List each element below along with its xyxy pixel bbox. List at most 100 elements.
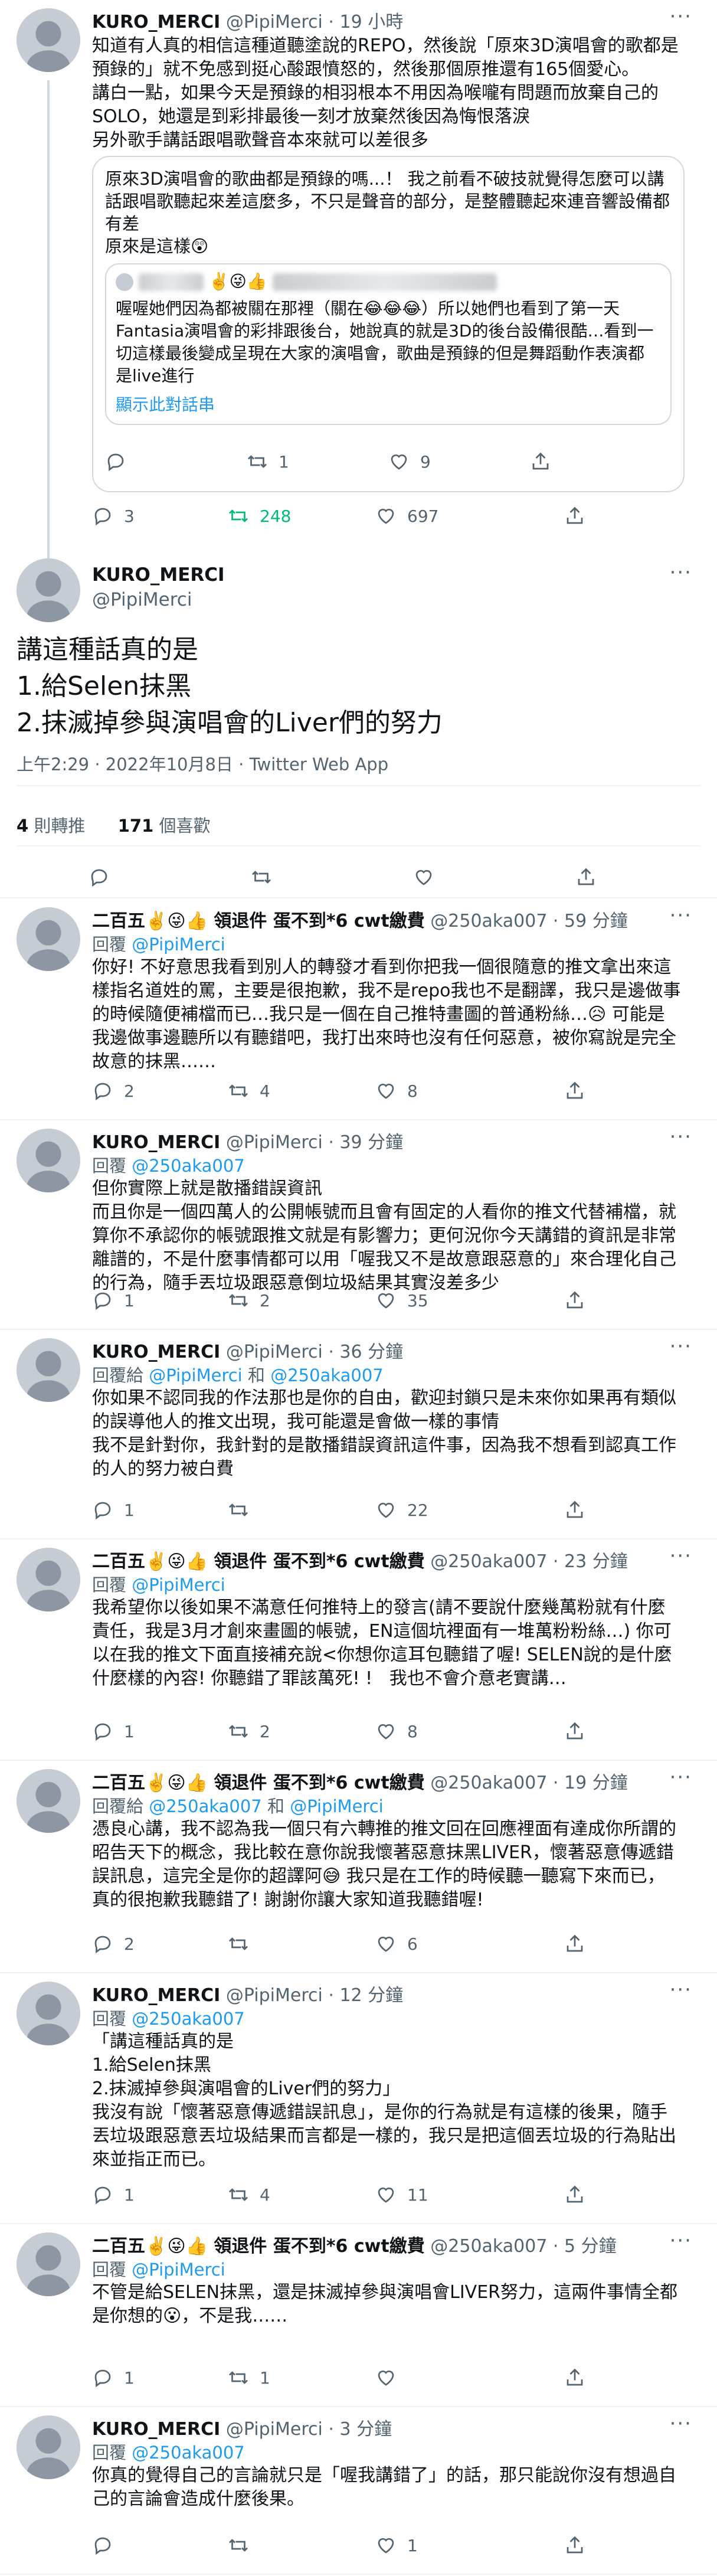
retweet-button[interactable]: 1 [228, 2367, 270, 2388]
mention-link[interactable]: @250aka007 [132, 2443, 245, 2463]
reply-tweet[interactable]: KURO_MERCI @PipiMerci · 39 分鐘 ··· 回覆 @25… [0, 1122, 717, 1331]
inner-quoted-tweet[interactable]: ✌️😜👍 喔喔她們因為都被關在那裡（關在😂😂😂）所以她們也看到了第一天Fanta… [105, 263, 672, 425]
like-button[interactable]: 9 [388, 451, 431, 472]
retweet-button[interactable] [228, 1499, 260, 1521]
avatar[interactable] [17, 1982, 80, 2045]
tweet-timestamp[interactable]: 上午2:29 · 2022年10月8日 · Twitter Web App [17, 751, 388, 776]
mention-link[interactable]: @250aka007 [132, 2009, 245, 2029]
like-button[interactable]: 35 [375, 1290, 428, 1311]
like-button[interactable]: 8 [375, 1721, 418, 1742]
mention-link[interactable]: @PipiMerci [132, 2260, 225, 2280]
like-button[interactable]: 8 [375, 1080, 418, 1101]
mention-link[interactable]: @250aka007 [149, 1796, 262, 1816]
reply-button[interactable]: 3 [92, 505, 135, 527]
reply-tweet[interactable]: 二百五✌️😜👍 領退件 蛋不到*6 cwt繳費 @250aka007 · 59 … [0, 900, 717, 1122]
retweet-button[interactable]: 2 [228, 1721, 270, 1742]
retweet-button[interactable] [251, 867, 272, 888]
share-button[interactable] [564, 1499, 585, 1521]
reply-tweet[interactable]: 二百五✌️😜👍 領退件 蛋不到*6 cwt繳費 @250aka007 · 23 … [0, 1541, 717, 1762]
mention-link[interactable]: @250aka007 [270, 1365, 384, 1385]
more-icon[interactable]: ··· [670, 1335, 692, 1358]
mention-link[interactable]: @PipiMerci [132, 1575, 225, 1595]
quoted-tweet[interactable]: 原來3D演唱會的歌曲都是預錄的嗎...！ 我之前看不破技就覺得怎麼可以講話跟唱歌… [92, 156, 685, 492]
top-tweet[interactable]: KURO_MERCI @PipiMerci · 19 小時 ··· 知道有人真的… [0, 0, 717, 567]
avatar[interactable] [17, 907, 80, 971]
author-name[interactable]: 二百五✌️😜👍 領退件 蛋不到*6 cwt繳費 [92, 1773, 425, 1793]
share-button[interactable] [564, 1721, 585, 1742]
more-icon[interactable]: ··· [670, 1766, 692, 1789]
author-handle[interactable]: @250aka007 · 23 分鐘 [430, 1551, 627, 1572]
like-button[interactable]: 697 [375, 505, 438, 527]
mention-link[interactable]: @PipiMerci [132, 934, 225, 954]
author-handle[interactable]: @250aka007 · 59 分鐘 [430, 911, 627, 931]
author-handle[interactable]: @250aka007 · 5 分鐘 [430, 2236, 616, 2257]
retweet-button[interactable] [228, 2535, 260, 2556]
author-handle[interactable]: @PipiMerci · 3 分鐘 [226, 2419, 392, 2440]
reply-button[interactable]: 1 [92, 2184, 135, 2205]
retweet-button[interactable]: 2 [228, 1290, 270, 1311]
more-icon[interactable]: ··· [670, 904, 692, 927]
reply-button[interactable]: 2 [92, 1933, 135, 1954]
retweet-button[interactable]: 4 [228, 2184, 270, 2205]
reply-tweet[interactable]: KURO_MERCI @PipiMerci · 12 分鐘 ··· 回覆 @25… [0, 1975, 717, 2225]
author-handle[interactable]: @PipiMerci · 39 分鐘 [226, 1132, 403, 1153]
more-icon[interactable]: ··· [670, 561, 692, 584]
share-button[interactable] [564, 1933, 585, 1954]
like-button[interactable]: 22 [375, 1499, 428, 1521]
author-handle[interactable]: @PipiMerci · 12 分鐘 [226, 1985, 403, 2006]
mention-link[interactable]: @250aka007 [132, 1156, 245, 1176]
more-icon[interactable]: ··· [670, 1125, 692, 1149]
author-handle[interactable]: @PipiMerci [226, 12, 323, 32]
author-name[interactable]: KURO_MERCI [92, 2419, 220, 2440]
share-button[interactable] [564, 2184, 585, 2205]
share-button[interactable] [564, 505, 585, 527]
avatar[interactable] [17, 1548, 80, 1611]
avatar[interactable] [17, 1338, 80, 1402]
share-button[interactable] [564, 1080, 585, 1101]
like-button[interactable]: 6 [375, 1933, 418, 1954]
author-name[interactable]: KURO_MERCI [92, 1985, 220, 2006]
show-thread-link[interactable]: 顯示此對話串 [116, 392, 215, 416]
author-name[interactable]: KURO_MERCI [92, 1132, 220, 1153]
reply-tweet[interactable]: KURO_MERCI @PipiMerci · 36 分鐘 ··· 回覆給 @P… [0, 1331, 717, 1541]
more-icon[interactable]: ··· [670, 1978, 692, 2002]
author-name[interactable]: KURO_MERCI [92, 564, 225, 586]
retweet-count[interactable]: 4 [17, 816, 28, 836]
author-name[interactable]: KURO_MERCI [92, 1342, 220, 1362]
reply-tweet[interactable]: 二百五✌️😜👍 領退件 蛋不到*6 cwt繳費 @250aka007 · 5 分… [0, 2225, 717, 2408]
reply-tweet[interactable]: 二百五✌️😜👍 領退件 蛋不到*6 cwt繳費 @250aka007 · 19 … [0, 1762, 717, 1975]
reply-button[interactable] [105, 451, 137, 472]
reply-button[interactable]: 1 [92, 1290, 135, 1311]
share-button[interactable] [575, 867, 597, 888]
retweet-button[interactable] [228, 1933, 260, 1954]
author-name[interactable]: 二百五✌️😜👍 領退件 蛋不到*6 cwt繳費 [92, 2236, 425, 2257]
reply-button[interactable]: 1 [92, 1721, 135, 1742]
share-button[interactable] [564, 2535, 585, 2556]
mention-link[interactable]: @PipiMerci [149, 1365, 243, 1385]
reply-button[interactable]: 2 [92, 1080, 135, 1101]
reply-tweet[interactable]: KURO_MERCI @PipiMerci · 3 分鐘 ··· 回覆 @250… [0, 2408, 717, 2576]
reply-button[interactable] [89, 867, 110, 888]
avatar[interactable] [17, 558, 80, 622]
author-handle[interactable]: @250aka007 · 19 分鐘 [430, 1773, 627, 1793]
reply-button[interactable]: 1 [92, 2367, 135, 2388]
retweet-button[interactable]: 4 [228, 1080, 270, 1101]
retweet-button[interactable]: 1 [247, 451, 289, 472]
more-icon[interactable]: ··· [670, 1544, 692, 1568]
share-button[interactable] [564, 2367, 585, 2388]
reply-button[interactable] [92, 2535, 124, 2556]
like-count[interactable]: 171 [118, 816, 154, 836]
avatar[interactable] [17, 1769, 80, 1833]
like-button[interactable] [375, 2367, 407, 2388]
share-button[interactable] [530, 451, 551, 472]
reply-button[interactable]: 1 [92, 1499, 135, 1521]
more-icon[interactable]: ··· [670, 5, 692, 28]
like-button[interactable]: 1 [375, 2535, 418, 2556]
avatar[interactable] [17, 2415, 80, 2479]
share-button[interactable] [564, 1290, 585, 1311]
author-handle[interactable]: @PipiMerci [92, 589, 225, 610]
more-icon[interactable]: ··· [670, 2229, 692, 2253]
author-handle[interactable]: @PipiMerci · 36 分鐘 [226, 1342, 403, 1362]
avatar[interactable] [17, 8, 80, 72]
author-name[interactable]: 二百五✌️😜👍 領退件 蛋不到*6 cwt繳費 [92, 1551, 425, 1572]
